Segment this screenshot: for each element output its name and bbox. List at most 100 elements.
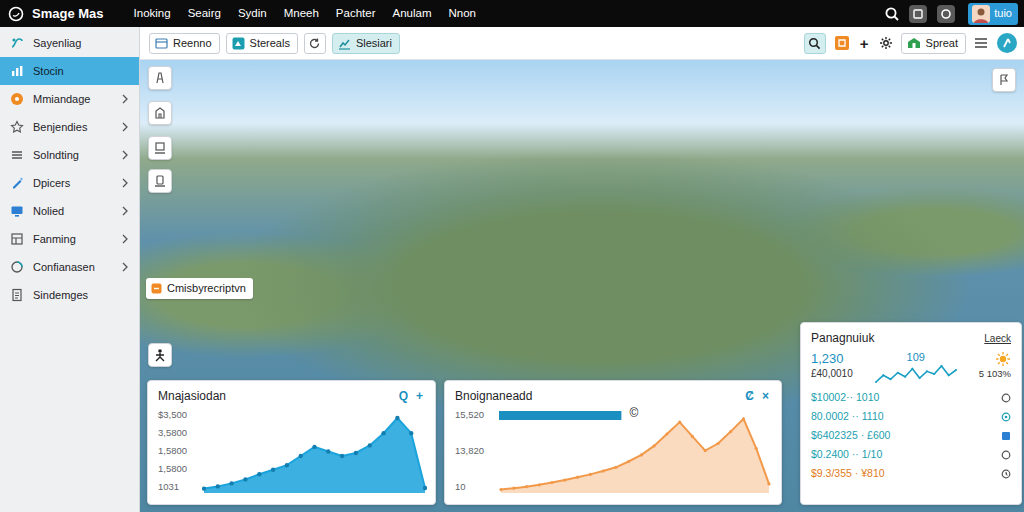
sidebar-item[interactable]: Sindemges <box>0 281 139 309</box>
chart-actions: Q+ <box>397 387 425 405</box>
data-point <box>525 485 528 488</box>
sidebar-item[interactable]: Mmiandage <box>0 85 139 113</box>
chart-action[interactable]: Ȼ <box>743 387 756 405</box>
data-point <box>409 431 413 435</box>
map-tool-button[interactable] <box>148 66 172 90</box>
stats-row[interactable]: $6402325 · £600 <box>811 426 1011 445</box>
chart-marker: © <box>629 406 638 420</box>
menu-item[interactable]: Mneeh <box>284 5 319 22</box>
button-label: Slesiari <box>356 35 392 52</box>
stats-row[interactable]: 80.0002 ·· 1110 <box>811 407 1011 426</box>
map-label[interactable]: Cmisbyrecriptvn <box>146 278 253 299</box>
window-icon[interactable] <box>908 4 928 24</box>
axis-ticks: 15,52013,82010 <box>455 409 499 493</box>
chart-action[interactable]: + <box>414 387 425 405</box>
data-point <box>602 469 605 472</box>
stats-row[interactable]: $0.2400 ·· 1/10 <box>811 445 1011 464</box>
data-point <box>354 451 358 455</box>
action-label: Spreat <box>926 35 958 52</box>
sparkline-point <box>926 370 928 372</box>
sidebar-item[interactable]: Dpicers <box>0 169 139 197</box>
menu-icon[interactable] <box>974 37 988 49</box>
sidebar-item[interactable]: Nolied <box>0 197 139 225</box>
chevron-icon <box>121 94 129 104</box>
toolbar-button[interactable]: Stereals <box>226 33 298 54</box>
axis-tick: $3,500 <box>158 409 202 421</box>
menu-item[interactable]: Sydin <box>238 5 267 22</box>
app-name: Smage Mas <box>32 4 104 24</box>
status-icon <box>1001 469 1011 479</box>
menu-item[interactable]: Anulam <box>392 5 431 22</box>
refresh-button[interactable] <box>304 33 326 54</box>
data-point <box>499 488 502 491</box>
app-logo[interactable]: Smage Mas <box>8 4 104 24</box>
chart-body: 15,52013,82010 © <box>455 409 771 493</box>
gear-icon[interactable] <box>879 36 893 50</box>
add-button[interactable]: + <box>858 36 871 51</box>
data-point <box>229 481 233 485</box>
sidebar-item[interactable]: Stocin <box>0 57 139 85</box>
menu-item[interactable]: Pachter <box>336 5 376 22</box>
map-tool-button[interactable] <box>148 169 172 193</box>
menu-item[interactable]: Nnon <box>448 5 476 22</box>
map-tool-button[interactable] <box>148 343 172 367</box>
device-icon <box>153 174 167 188</box>
map-tool-button[interactable] <box>148 101 172 125</box>
stats-link[interactable]: Laeck <box>984 332 1011 345</box>
compass-icon[interactable] <box>996 32 1018 54</box>
chart-card: MnajasiodanQ+$3,5003,58001,58001,5800103… <box>147 380 436 505</box>
data-point <box>614 466 617 469</box>
chart-icon <box>338 37 351 50</box>
data-point <box>691 435 694 438</box>
sidebar-item[interactable]: Benjendies <box>0 113 139 141</box>
series-line <box>501 419 769 490</box>
home-icon <box>907 37 921 49</box>
sparkline <box>874 364 958 384</box>
toolbar: Reenno Stereals Slesiari + Spreat <box>140 27 1024 60</box>
data-point <box>381 431 385 435</box>
stats-row[interactable]: $9.3/355 · ¥810 <box>811 464 1011 483</box>
map-tool-button[interactable] <box>148 136 172 160</box>
data-point <box>312 445 316 449</box>
sparkline-point <box>918 377 920 379</box>
data-point <box>538 483 541 486</box>
stats-total: £40,0010 <box>811 367 853 380</box>
menu-icon <box>10 148 24 162</box>
stats-change-text: 5 103% <box>979 367 1011 381</box>
avatar-icon <box>972 5 990 23</box>
toolbar-button[interactable]: Reenno <box>149 33 220 54</box>
sidebar-item[interactable]: Confianasen <box>0 253 139 281</box>
label-icon <box>151 283 162 294</box>
sidebar-item[interactable]: Solndting <box>0 141 139 169</box>
stats-row-text: $6402325 · £600 <box>811 428 890 444</box>
sidebar: SayenliagStocinMmiandageBenjendies Solndt… <box>0 27 140 512</box>
main-area: SayenliagStocinMmiandageBenjendies Solndt… <box>0 27 1024 512</box>
chart-body: $3,5003,58001,58001,58001031 <box>158 409 425 493</box>
map-corner-button[interactable] <box>992 68 1016 92</box>
sidebar-label: Solndting <box>33 147 112 164</box>
user-menu[interactable]: tuio <box>968 3 1018 25</box>
sparkline-point <box>933 373 935 375</box>
chart-action[interactable]: × <box>760 387 771 405</box>
map-view[interactable]: CmisbyrecriptvnMnajasiodanQ+$3,5003,5800… <box>140 60 1024 512</box>
logo-icon <box>8 6 24 22</box>
chevron-icon <box>121 206 129 216</box>
toolbar-button[interactable]: Slesiari <box>332 33 400 54</box>
menu-item[interactable]: Seairg <box>188 5 221 22</box>
sidebar-item[interactable]: Fanming <box>0 225 139 253</box>
data-point <box>243 477 247 481</box>
stats-row[interactable]: $10002·· 1010 <box>811 388 1011 407</box>
chart-action[interactable]: Q <box>397 387 410 405</box>
content: Reenno Stereals Slesiari + Spreat Cmisbyrecri… <box>140 27 1024 512</box>
action-button[interactable]: Spreat <box>901 33 966 54</box>
sparkline-point <box>904 376 906 378</box>
sparkline-point <box>940 365 942 367</box>
menu-icon <box>10 120 24 134</box>
tag-icon[interactable] <box>834 35 850 51</box>
search-button[interactable] <box>804 33 826 54</box>
sidebar-item[interactable]: Sayenliag <box>0 29 139 57</box>
button-label: Reenno <box>173 35 212 52</box>
record-icon[interactable] <box>936 4 956 24</box>
menu-item[interactable]: Inoking <box>134 5 171 22</box>
search-icon[interactable] <box>884 6 900 22</box>
